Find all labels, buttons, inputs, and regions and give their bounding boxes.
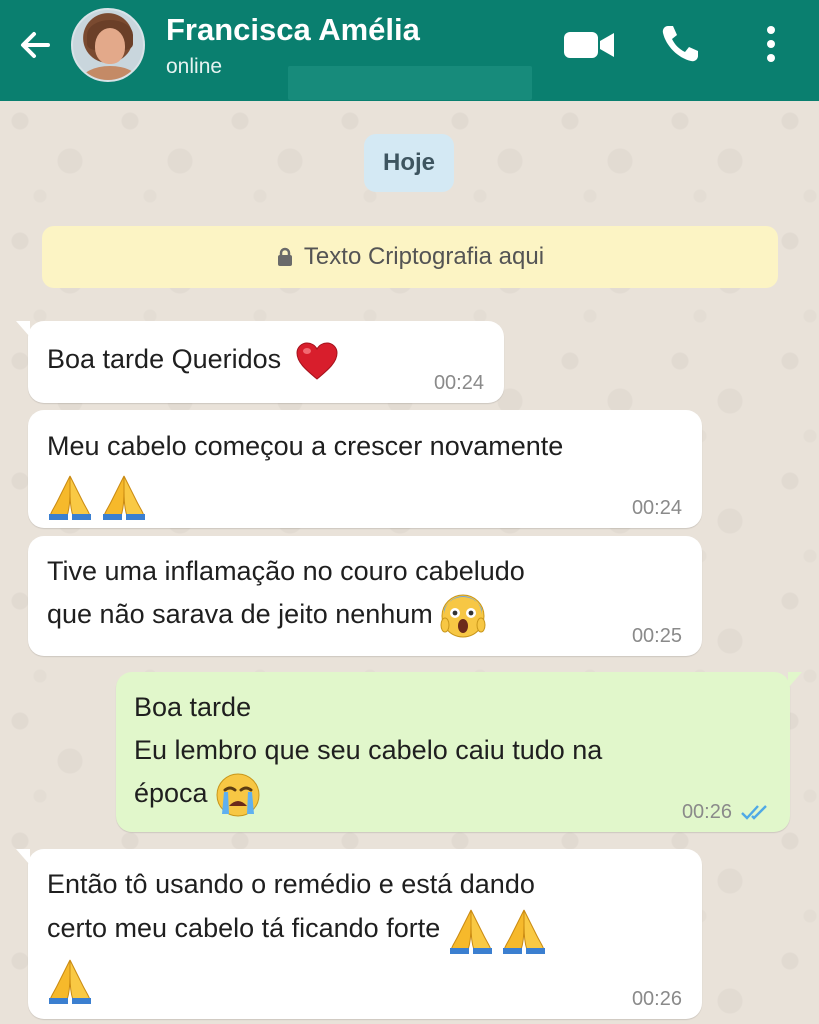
- message-bubble-incoming[interactable]: Boa tarde Queridos 00:24: [16, 321, 504, 403]
- message-time: 00:24: [631, 497, 682, 519]
- crying-face-emoji: [216, 773, 260, 817]
- more-vertical-icon[interactable]: [756, 22, 786, 66]
- contact-name[interactable]: Francisca Amélia: [166, 12, 420, 48]
- contact-avatar[interactable]: [71, 8, 145, 82]
- video-call-icon[interactable]: [562, 26, 616, 64]
- encryption-text: Texto Criptografia aqui: [303, 243, 545, 270]
- folded-hands-emoji: [101, 472, 147, 520]
- date-chip: Hoje: [364, 134, 454, 192]
- read-receipt-icon: [741, 805, 767, 820]
- screaming-face-emoji: [440, 594, 486, 638]
- message-time: 00:26: [631, 988, 682, 1010]
- message-text: Meu cabelo começou a crescer novamente: [47, 431, 564, 461]
- lock-icon: [277, 247, 292, 266]
- red-heart-emoji: [296, 342, 338, 380]
- message-bubble-outgoing[interactable]: Boa tarde Eu lembro que seu cabelo caiu …: [116, 672, 802, 832]
- chat-header: Francisca Amélia online: [0, 0, 819, 101]
- message-bubble-incoming[interactable]: Então tô usando o remédio e está dando c…: [16, 849, 702, 1019]
- encryption-notice[interactable]: Texto Criptografia aqui: [42, 226, 778, 288]
- redacted-area: [288, 66, 532, 100]
- folded-hands-emoji: [47, 472, 93, 520]
- message-text: Boa tarde Eu lembro que seu cabelo caiu …: [134, 692, 603, 809]
- message-time: 00:25: [631, 625, 682, 647]
- folded-hands-emoji: [47, 956, 93, 1004]
- message-time: 00:24: [433, 372, 484, 394]
- message-bubble-incoming[interactable]: Tive uma inflamação no couro cabeludo qu…: [28, 536, 702, 656]
- contact-status: online: [166, 55, 223, 78]
- back-arrow-icon[interactable]: [16, 26, 54, 64]
- phone-icon[interactable]: [658, 22, 702, 66]
- folded-hands-emoji: [501, 906, 547, 954]
- message-time: 00:26: [681, 801, 732, 823]
- message-text: Boa tarde Queridos: [47, 344, 282, 374]
- message-bubble-incoming[interactable]: Meu cabelo começou a crescer novamente 0…: [28, 410, 702, 528]
- folded-hands-emoji: [448, 906, 494, 954]
